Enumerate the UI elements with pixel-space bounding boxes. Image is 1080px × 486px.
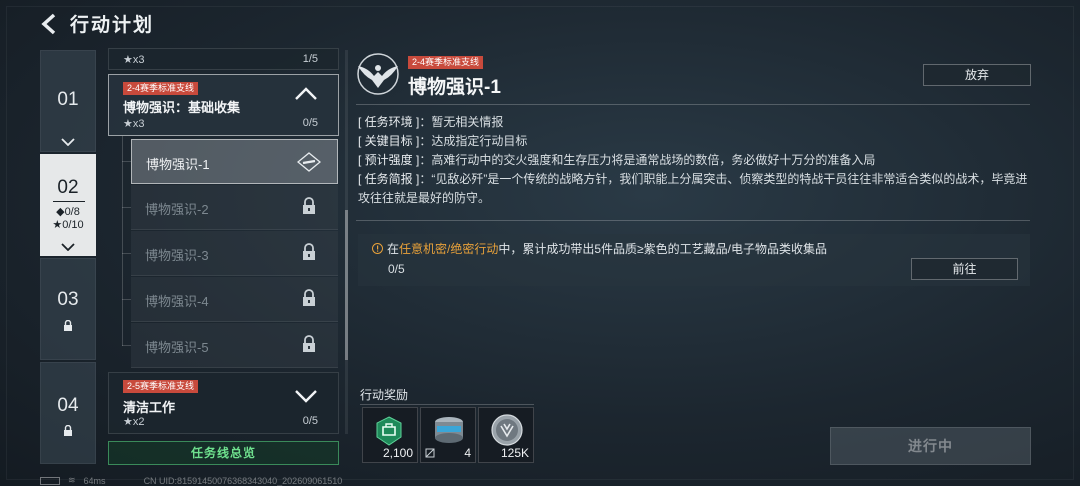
mission-line-overview-button[interactable]: 任务线总览 bbox=[108, 441, 339, 465]
badge-icon bbox=[376, 416, 402, 446]
reward-item-2[interactable]: 4 bbox=[420, 407, 476, 463]
info-row-environment: [ 任务环境 ]：暂无相关情报 bbox=[358, 115, 504, 129]
ping-readout: 64ms bbox=[83, 475, 106, 486]
chapter-star-progress: ★0/10 bbox=[52, 219, 84, 231]
tree-connector bbox=[122, 253, 131, 254]
tree-connector bbox=[122, 207, 131, 208]
canister-icon bbox=[435, 417, 463, 443]
mission-card-partial[interactable]: ★x3 1/5 bbox=[108, 48, 339, 70]
reward-item-3[interactable]: 125K bbox=[478, 407, 534, 463]
tree-connector bbox=[122, 299, 131, 300]
lock-icon bbox=[303, 335, 315, 352]
chapter-number: 01 bbox=[57, 89, 79, 110]
sub-mission-2[interactable]: 博物强识-2 bbox=[131, 185, 338, 230]
coin-icon bbox=[491, 414, 523, 446]
scrollbar-thumb[interactable] bbox=[345, 210, 348, 360]
alert-icon bbox=[372, 243, 383, 254]
chevron-down-icon bbox=[61, 138, 75, 146]
sub-mission-label: 博物强识-3 bbox=[145, 248, 209, 263]
quest-objective-text: 在任意机密/绝密行动中，累计成功带出5件品质≥紫色的工艺藏品/电子物品类收集品 bbox=[372, 240, 827, 257]
chapter-diamond-progress: ◆0/8 bbox=[56, 206, 80, 218]
quest-highlight: 任意机密/绝密行动 bbox=[399, 242, 499, 256]
mission-progress: 0/5 bbox=[302, 415, 318, 427]
mission-card-next[interactable]: 2-5赛季标准支线 清洁工作 ★x2 0/5 bbox=[108, 372, 339, 434]
divider bbox=[356, 220, 1030, 221]
lock-icon bbox=[303, 197, 315, 214]
mission-info: [ 任务环境 ]：暂无相关情报 [ 关键目标 ]：达成指定行动目标 [ 预计强度… bbox=[358, 113, 1038, 208]
reward-label: 行动奖励 bbox=[360, 388, 409, 402]
mission-progress: 0/5 bbox=[302, 117, 318, 129]
mission-name: 博物强识：基础收集 bbox=[123, 100, 241, 115]
sub-mission-1[interactable]: 博物强识-1 bbox=[131, 139, 338, 184]
reward-count: 125K bbox=[500, 446, 529, 460]
mission-stars: ★x3 bbox=[123, 54, 145, 66]
in-progress-button: 进行中 bbox=[830, 427, 1031, 465]
mission-card-open[interactable]: 2-4赛季标准支线 博物强识：基础收集 ★x3 0/5 bbox=[108, 74, 339, 136]
eagle-emblem-icon bbox=[357, 53, 399, 95]
chapter-number: 04 bbox=[57, 395, 79, 416]
sub-mission-label: 博物强识-5 bbox=[145, 340, 209, 355]
abandon-button[interactable]: 放弃 bbox=[923, 64, 1031, 86]
sub-mission-label: 博物强识-2 bbox=[145, 202, 209, 217]
status-footer: ≋ 64ms CN UID:8159145007636834304​0_2026… bbox=[40, 475, 342, 486]
lock-icon bbox=[303, 289, 315, 306]
season-tag: 2-5赛季标准支线 bbox=[123, 380, 199, 393]
reward-item-1[interactable]: 2,100 bbox=[362, 407, 418, 463]
mission-stars: ★x2 bbox=[123, 416, 145, 428]
chapter-tab-03[interactable]: 03 bbox=[40, 258, 96, 360]
target-marker-icon bbox=[297, 152, 321, 172]
reward-count: 4 bbox=[464, 446, 471, 460]
sub-mission-5[interactable]: 博物强识-5 bbox=[131, 323, 338, 368]
chapter-tab-01[interactable]: 01 bbox=[40, 50, 96, 152]
mission-progress: 1/5 bbox=[302, 53, 318, 65]
quest-progress: 0/5 bbox=[388, 262, 405, 276]
sub-mission-4[interactable]: 博物强识-4 bbox=[131, 277, 338, 322]
chevron-down-icon[interactable] bbox=[294, 389, 318, 403]
season-tag: 2-4赛季标准支线 bbox=[123, 82, 199, 95]
chevron-down-icon bbox=[61, 243, 75, 251]
mission-name: 清洁工作 bbox=[123, 400, 176, 415]
uid-readout: CN UID:8159145007636834304​0_20260906151… bbox=[143, 475, 343, 486]
info-row-briefing: [ 任务简报 ]：“见敌必歼”是一个传统的战略方针，我们职能上分属突击、侦察类型… bbox=[358, 172, 1028, 205]
lock-icon bbox=[64, 320, 72, 331]
lock-icon bbox=[64, 425, 72, 436]
info-row-key-objective: [ 关键目标 ]：达成指定行动目标 bbox=[358, 134, 528, 148]
back-arrow-icon[interactable] bbox=[40, 13, 58, 35]
divider bbox=[360, 404, 534, 405]
divider bbox=[53, 201, 85, 202]
sub-mission-label: 博物强识-4 bbox=[145, 294, 209, 309]
tree-connector bbox=[122, 161, 131, 162]
chapter-tab-02[interactable]: 02 ◆0/8 ★0/10 bbox=[40, 154, 96, 256]
sub-mission-3[interactable]: 博物强识-3 bbox=[131, 231, 338, 276]
mission-detail-title: 博物强识-1 bbox=[408, 77, 501, 98]
chapter-number: 03 bbox=[57, 289, 79, 310]
battery-icon bbox=[40, 476, 60, 485]
chapter-number: 02 bbox=[57, 177, 79, 198]
divider bbox=[356, 104, 1030, 105]
season-tag: 2-4赛季标准支线 bbox=[408, 56, 484, 69]
mission-stars: ★x3 bbox=[123, 118, 145, 130]
lock-icon bbox=[303, 243, 315, 260]
wifi-icon: ≋ bbox=[68, 475, 76, 485]
tree-connector bbox=[122, 345, 131, 346]
chapter-tab-04[interactable]: 04 bbox=[40, 362, 96, 464]
header: 行动计划 bbox=[40, 10, 154, 37]
no-trade-icon bbox=[425, 448, 435, 458]
info-row-intensity: [ 预计强度 ]：高难行动中的交火强度和生存压力将是通常战场的数倍，务必做好十万… bbox=[358, 153, 876, 167]
chevron-up-icon[interactable] bbox=[294, 87, 318, 101]
reward-count: 2,100 bbox=[382, 446, 413, 460]
page-title: 行动计划 bbox=[70, 15, 155, 36]
sub-mission-label: 博物强识-1 bbox=[146, 157, 210, 172]
tree-connector bbox=[122, 136, 123, 346]
goto-button[interactable]: 前往 bbox=[911, 258, 1018, 280]
